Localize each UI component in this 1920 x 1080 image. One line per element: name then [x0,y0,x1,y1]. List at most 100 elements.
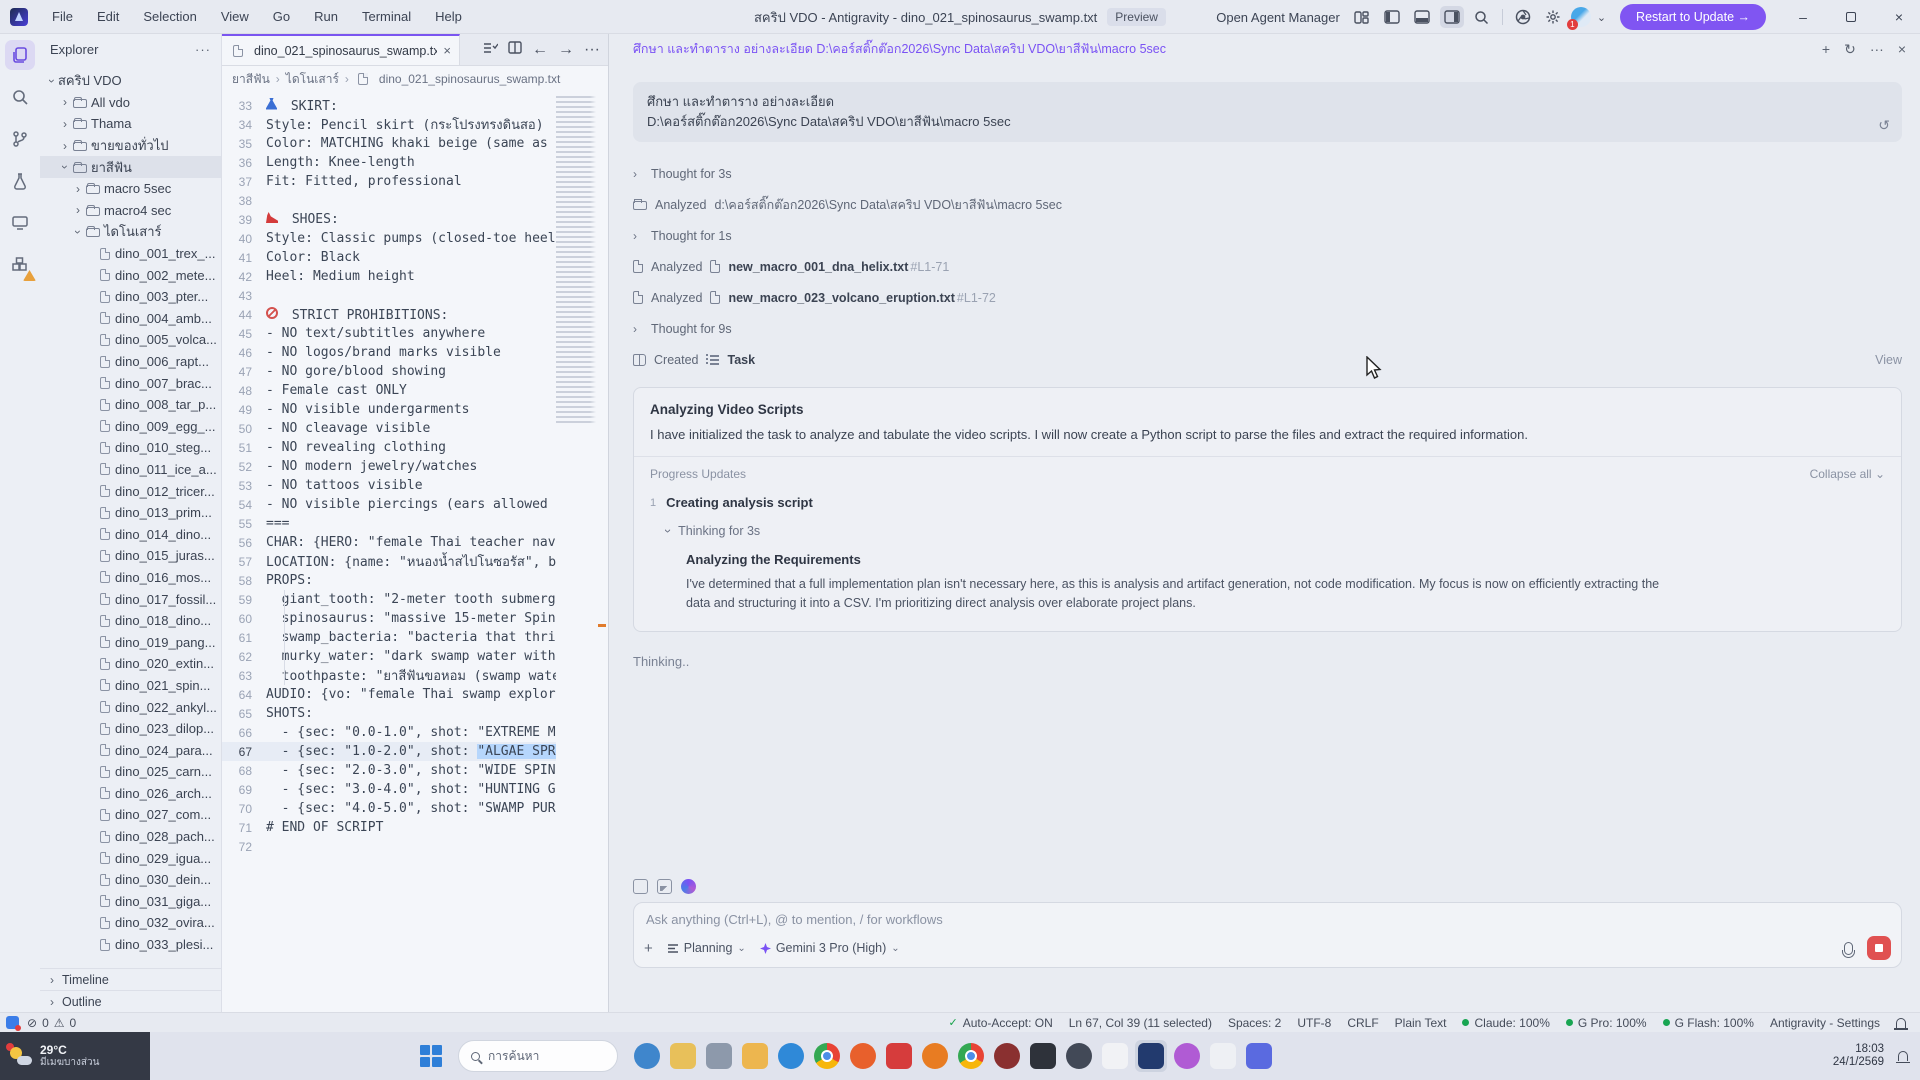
editor-line[interactable]: 35Color: MATCHING khaki beige (same as [222,134,556,153]
gear-icon[interactable] [1541,6,1565,28]
app-file-explorer[interactable] [670,1043,696,1069]
editor-line[interactable]: 45- NO text/subtitles anywhere [222,324,556,343]
status-item[interactable] [1896,1018,1906,1028]
editor-line[interactable]: 34Style: Pencil skirt (กระโปรงทรงดินสอ) [222,115,556,134]
editor-line[interactable]: 46- NO logos/brand marks visible [222,343,556,362]
status-item[interactable]: UTF-8 [1297,1016,1331,1030]
tree-row[interactable]: dino_011_ice_a... [40,459,221,481]
thinking-toggle[interactable]: › Thinking for 3s [666,524,1885,538]
tree-row[interactable]: dino_007_brac... [40,372,221,394]
editor-line[interactable]: 61 swamp_bacteria: "bacteria that thrive… [222,628,556,647]
tree-row[interactable]: dino_025_carn... [40,761,221,783]
tree-row[interactable]: dino_010_steg... [40,437,221,459]
tree-row[interactable]: dino_022_ankyl... [40,696,221,718]
chevron-down-icon[interactable]: ⌄ [1597,11,1606,24]
maximize-button[interactable] [1830,0,1872,34]
panel-more-icon[interactable]: ··· [1870,41,1884,57]
app-light-quill[interactable] [1102,1043,1128,1069]
editor-line[interactable]: 42Heel: Medium height [222,267,556,286]
tree-row[interactable]: dino_006_rapt... [40,351,221,373]
menu-edit[interactable]: Edit [87,5,129,28]
editor-line[interactable]: 70 - {sec: "4.0-5.0", shot: "SWAMP PURIF… [222,799,556,818]
app-black[interactable] [1030,1043,1056,1069]
tab-close-icon[interactable]: × [443,43,451,58]
toggle-left-panel-icon[interactable] [1380,6,1404,28]
editor-line[interactable]: 63 toothpaste: "ยาสีฟันขอหอม (swamp wate… [222,666,556,685]
tree-row[interactable]: dino_015_juras... [40,545,221,567]
weather-widget[interactable]: 29°Cมีเมฆบางส่วน [0,1032,150,1080]
app-brave[interactable] [850,1043,876,1069]
app-antigravity[interactable] [1135,1040,1167,1072]
split-editor-icon[interactable] [508,41,522,59]
mode-selector[interactable]: Planning⌄ [667,941,746,955]
menu-selection[interactable]: Selection [133,5,206,28]
composer-add-icon[interactable]: + [644,940,653,957]
editor-line[interactable]: 50- NO cleavage visible [222,419,556,438]
editor-line[interactable]: 52- NO modern jewelry/watches [222,457,556,476]
user-message-card[interactable]: ศึกษา และทำตาราง อย่างละเอียด D:\คอร์สติ… [633,82,1902,142]
editor-line[interactable]: 56CHAR: {HERO: "female Thai teacher navi… [222,533,556,552]
attachment-gem-icon[interactable] [681,879,696,894]
tree-row[interactable]: dino_019_pang... [40,631,221,653]
menu-terminal[interactable]: Terminal [352,5,421,28]
agent-event-created[interactable]: CreatedTaskView [633,344,1902,375]
search-sidebar-icon[interactable] [0,76,40,118]
stop-button[interactable] [1867,936,1891,960]
taskbar-search[interactable]: การค้นหา [458,1040,618,1072]
layout-grid-icon[interactable] [1350,6,1374,28]
tree-row[interactable]: ›All vdo [40,92,221,114]
editor-line[interactable]: 72 [222,837,556,856]
menu-file[interactable]: File [42,5,83,28]
new-conversation-icon[interactable]: + [1822,41,1830,57]
app-blue-globe[interactable] [634,1043,660,1069]
attachment-doc-icon[interactable] [633,879,648,894]
tree-row[interactable]: dino_005_volca... [40,329,221,351]
app-red[interactable] [886,1043,912,1069]
outline-section[interactable]: ›Outline [40,990,221,1012]
editor-line[interactable]: 64AUDIO: {vo: "female Thai swamp explore… [222,685,556,704]
tree-row[interactable]: dino_016_mos... [40,567,221,589]
status-item[interactable]: Antigravity - Settings [1770,1016,1880,1030]
editor-line[interactable]: 49- NO visible undergarments [222,400,556,419]
editor-line[interactable]: 69 - {sec: "3.0-4.0", shot: "HUNTING GRO… [222,780,556,799]
editor-line[interactable]: 41Color: Black [222,248,556,267]
collapse-all-button[interactable]: Collapse all ⌄ [1810,467,1885,481]
editor-line[interactable]: 36Length: Knee-length [222,153,556,172]
browser-icon[interactable] [1511,6,1535,28]
tab-dino-021[interactable]: dino_021_spinosaurus_swamp.txt × [222,34,460,65]
status-item[interactable]: Spaces: 2 [1228,1016,1281,1030]
status-item[interactable]: Ln 67, Col 39 (11 selected) [1069,1016,1212,1030]
editor-line[interactable]: 65SHOTS: [222,704,556,723]
editor-line[interactable]: 37Fit: Fitted, professional [222,172,556,191]
tree-row[interactable]: dino_021_spin... [40,675,221,697]
editor-line[interactable]: 57LOCATION: {name: "หนองน้ำสไปโนซอรัส", … [222,552,556,571]
tree-row[interactable]: dino_017_fossil... [40,588,221,610]
tree-row[interactable]: dino_028_pach... [40,826,221,848]
tree-row[interactable]: dino_032_ovira... [40,912,221,934]
breadcrumb[interactable]: ยาสีฟัน› ไดโนเสาร์› dino_021_spinosaurus… [222,66,608,92]
tree-row[interactable]: ›สคริป VDO [40,70,221,92]
editor-line[interactable]: 68 - {sec: "2.0-3.0", shot: "WIDE SPINOS… [222,761,556,780]
history-icon[interactable]: ↻ [1844,41,1856,58]
explorer-more-icon[interactable]: ··· [195,42,211,57]
agent-event-folder[interactable]: Analyzedd:\คอร์สติ๊กต๊อก2026\Sync Data\ส… [633,189,1902,220]
app-blue-violet[interactable] [1246,1043,1272,1069]
tree-row[interactable]: dino_020_extin... [40,653,221,675]
navigate-forward-icon[interactable]: → [558,41,574,59]
editor-line[interactable]: 44 STRICT PROHIBITIONS: [222,305,556,324]
editor-line[interactable]: 62 murky_water: "dark swamp water with p… [222,647,556,666]
editor-line[interactable]: 39 SHOES: [222,210,556,229]
agent-event-file[interactable]: Analyzednew_macro_001_dna_helix.txt#L1-7… [633,251,1902,282]
tree-row[interactable]: dino_013_prim... [40,502,221,524]
view-link[interactable]: View [1875,353,1902,367]
app-edge[interactable] [778,1043,804,1069]
editor-line[interactable]: 33 SKIRT: [222,96,556,115]
app-chrome-2[interactable] [958,1043,984,1069]
panel-close-icon[interactable]: × [1898,41,1906,57]
tree-row[interactable]: ›ยาสีฟัน [40,156,221,178]
app-gear-dark[interactable] [1066,1043,1092,1069]
navigate-back-icon[interactable]: ← [532,41,548,59]
tree-row[interactable]: dino_029_igua... [40,847,221,869]
tree-row[interactable]: ›ขายของทั่วไป [40,135,221,157]
menu-run[interactable]: Run [304,5,348,28]
